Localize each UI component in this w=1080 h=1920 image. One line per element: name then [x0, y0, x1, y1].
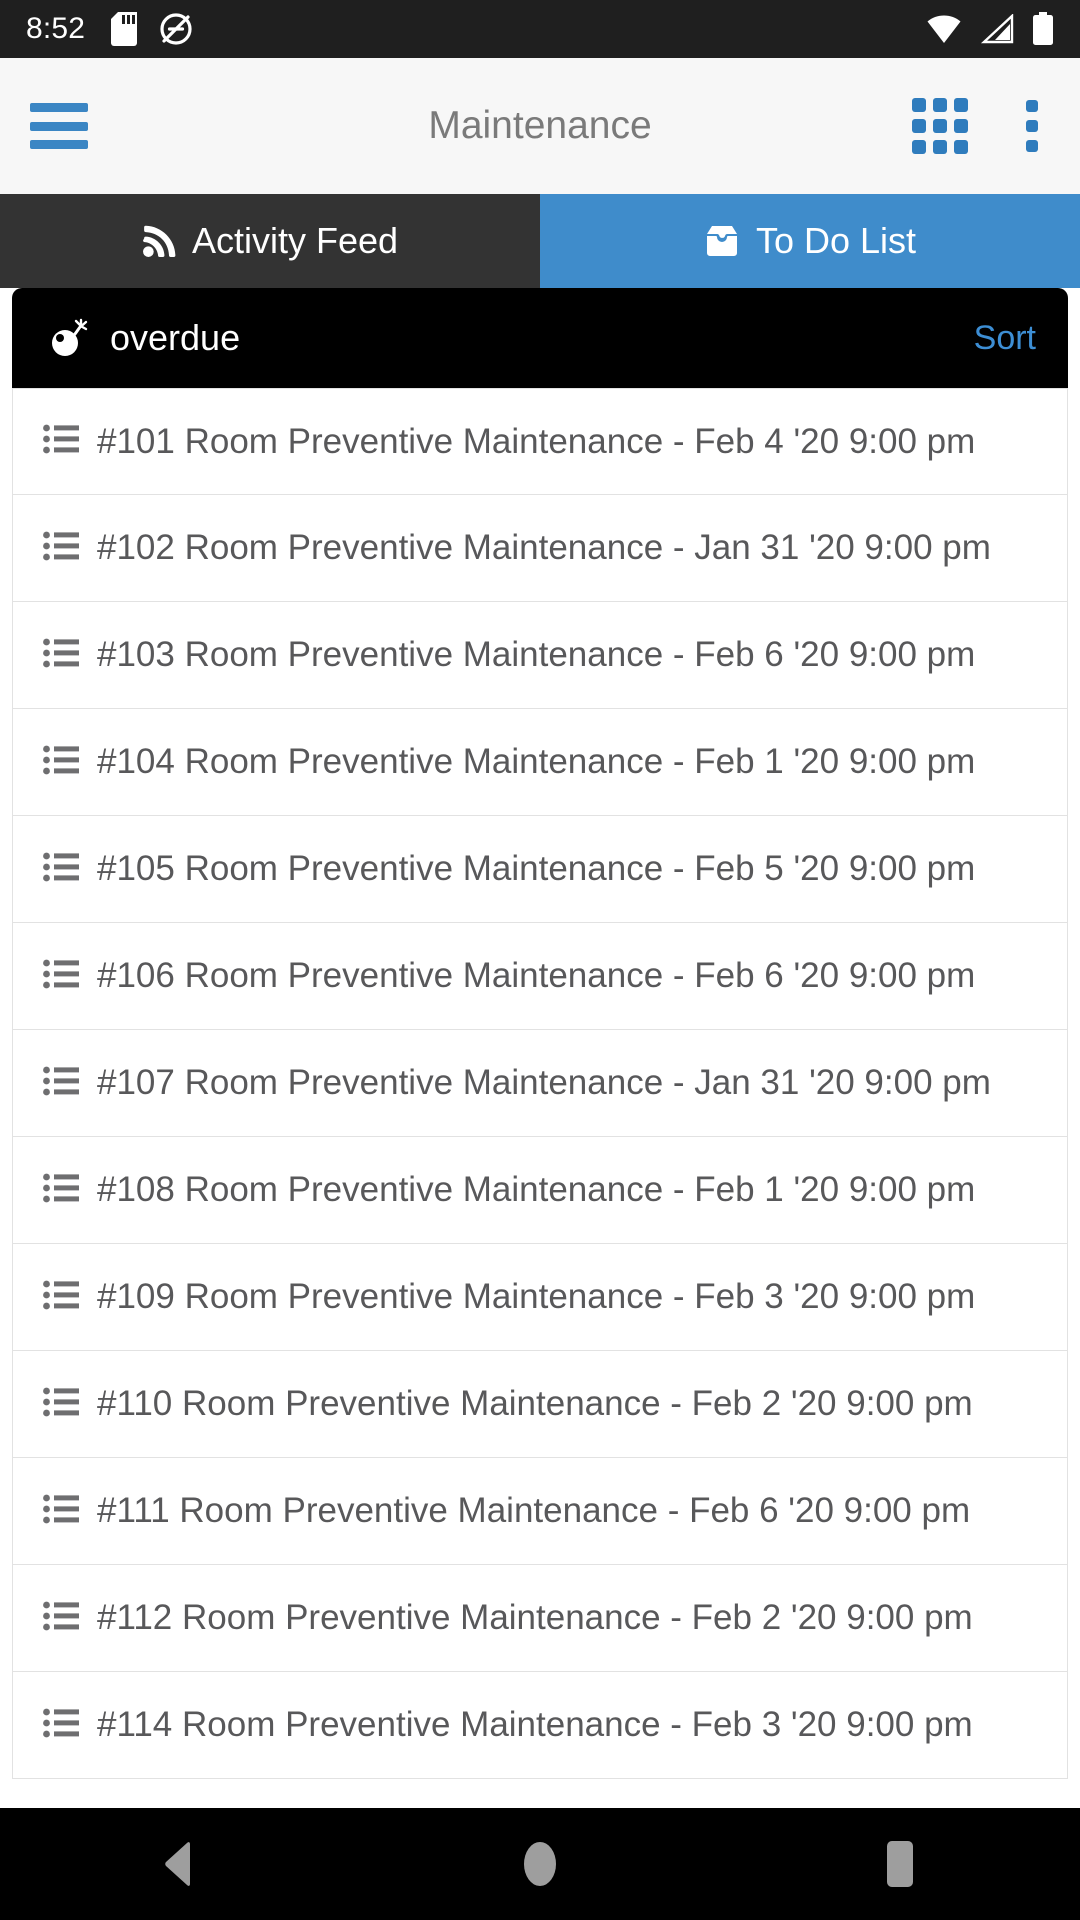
section-header-overdue: overdue Sort [12, 288, 1068, 388]
status-bar: 8:52 [0, 0, 1080, 58]
tab-activity-feed-label: Activity Feed [191, 220, 399, 261]
grid-cell [954, 98, 968, 112]
overflow-menu-icon[interactable] [1012, 94, 1052, 158]
todo-list-item[interactable]: #105 Room Preventive Maintenance - Feb 5… [12, 816, 1068, 923]
app-bar: Maintenance [0, 58, 1080, 194]
recents-button[interactable] [820, 1839, 980, 1889]
tab-activity-feed[interactable]: Activity Feed [0, 194, 540, 288]
inbox-icon [704, 225, 740, 257]
battery-icon [1032, 12, 1054, 46]
todo-list-item[interactable]: #108 Room Preventive Maintenance - Feb 1… [12, 1137, 1068, 1244]
kebab-dot [1026, 140, 1038, 152]
todo-list-item[interactable]: #102 Room Preventive Maintenance - Jan 3… [12, 495, 1068, 602]
todo-list-item-label: #110 Room Preventive Maintenance - Feb 2… [97, 1384, 973, 1423]
sort-button[interactable]: Sort [974, 319, 1036, 358]
todo-list-item[interactable]: #111 Room Preventive Maintenance - Feb 6… [12, 1458, 1068, 1565]
todo-list[interactable]: #101 Room Preventive Maintenance - Feb 4… [0, 388, 1080, 1808]
list-ul-icon [43, 638, 79, 673]
list-ul-icon [43, 852, 79, 887]
app-bar-actions [912, 94, 1052, 158]
kebab-dot [1026, 100, 1038, 112]
todo-list-item-label: #106 Room Preventive Maintenance - Feb 6… [97, 956, 976, 995]
todo-list-item-label: #104 Room Preventive Maintenance - Feb 1… [97, 742, 976, 781]
home-button[interactable] [460, 1838, 620, 1890]
todo-list-item-label: #103 Room Preventive Maintenance - Feb 6… [97, 635, 976, 674]
tab-to-do-list[interactable]: To Do List [540, 194, 1080, 288]
todo-list-item-label: #107 Room Preventive Maintenance - Jan 3… [97, 1063, 991, 1102]
todo-list-item[interactable]: #103 Room Preventive Maintenance - Feb 6… [12, 602, 1068, 709]
list-ul-icon [43, 745, 79, 780]
grid-cell [933, 140, 947, 154]
hamburger-bar [30, 103, 88, 112]
do-not-disturb-icon [159, 12, 193, 46]
list-ul-icon [43, 1708, 79, 1743]
todo-list-item[interactable]: #109 Room Preventive Maintenance - Feb 3… [12, 1244, 1068, 1351]
todo-list-item[interactable]: #112 Room Preventive Maintenance - Feb 2… [12, 1565, 1068, 1672]
status-bar-left-icons [111, 12, 193, 46]
sd-card-icon [111, 12, 138, 46]
status-bar-clock: 8:52 [26, 12, 86, 45]
list-ul-icon [43, 1494, 79, 1529]
list-ul-icon [43, 424, 79, 459]
hamburger-bar [30, 140, 88, 149]
app-root: 8:52 Maintenance Activity Feed To Do Lis… [0, 0, 1080, 1920]
todo-list-item[interactable]: #110 Room Preventive Maintenance - Feb 2… [12, 1351, 1068, 1458]
android-nav-bar [0, 1808, 1080, 1920]
rss-feed-icon [142, 224, 176, 258]
grid-cell [954, 119, 968, 133]
grid-cell [933, 119, 947, 133]
todo-list-item-label: #108 Room Preventive Maintenance - Feb 1… [97, 1170, 976, 1209]
tab-to-do-list-label: To Do List [755, 220, 917, 261]
bomb-icon [48, 317, 90, 359]
todo-list-item[interactable]: #107 Room Preventive Maintenance - Jan 3… [12, 1030, 1068, 1137]
list-ul-icon [43, 1173, 79, 1208]
grid-cell [912, 140, 926, 154]
list-ul-icon [43, 1280, 79, 1315]
list-ul-icon [43, 1387, 79, 1422]
grid-cell [912, 98, 926, 112]
todo-list-item-label: #105 Room Preventive Maintenance - Feb 5… [97, 849, 976, 888]
todo-list-item[interactable]: #104 Room Preventive Maintenance - Feb 1… [12, 709, 1068, 816]
grid-apps-icon[interactable] [912, 98, 968, 154]
todo-list-item-label: #112 Room Preventive Maintenance - Feb 2… [97, 1598, 973, 1637]
grid-cell [912, 119, 926, 133]
list-ul-icon [43, 531, 79, 566]
todo-list-item-label: #114 Room Preventive Maintenance - Feb 3… [97, 1705, 973, 1744]
todo-list-item-label: #111 Room Preventive Maintenance - Feb 6… [97, 1491, 971, 1530]
todo-list-item-label: #101 Room Preventive Maintenance - Feb 4… [97, 421, 976, 461]
todo-list-item[interactable]: #101 Room Preventive Maintenance - Feb 4… [12, 388, 1068, 495]
wifi-icon [926, 14, 962, 44]
list-ul-icon [43, 1601, 79, 1636]
todo-list-item-label: #102 Room Preventive Maintenance - Jan 3… [97, 528, 991, 567]
back-button[interactable] [100, 1842, 260, 1886]
grid-cell [954, 140, 968, 154]
list-ul-icon [43, 1066, 79, 1101]
kebab-dot [1026, 120, 1038, 132]
hamburger-menu-icon[interactable] [30, 103, 88, 149]
section-header-wrapper: overdue Sort [0, 288, 1080, 388]
list-ul-icon [43, 959, 79, 994]
todo-list-item-label: #109 Room Preventive Maintenance - Feb 3… [97, 1277, 976, 1316]
status-bar-right-icons [926, 12, 1054, 46]
hamburger-bar [30, 121, 88, 131]
section-title: overdue [110, 317, 241, 358]
tab-bar: Activity Feed To Do List [0, 194, 1080, 288]
todo-list-item[interactable]: #106 Room Preventive Maintenance - Feb 6… [12, 923, 1068, 1030]
grid-cell [933, 98, 947, 112]
todo-list-item[interactable]: #114 Room Preventive Maintenance - Feb 3… [12, 1672, 1068, 1779]
cellular-signal-icon [980, 14, 1014, 44]
